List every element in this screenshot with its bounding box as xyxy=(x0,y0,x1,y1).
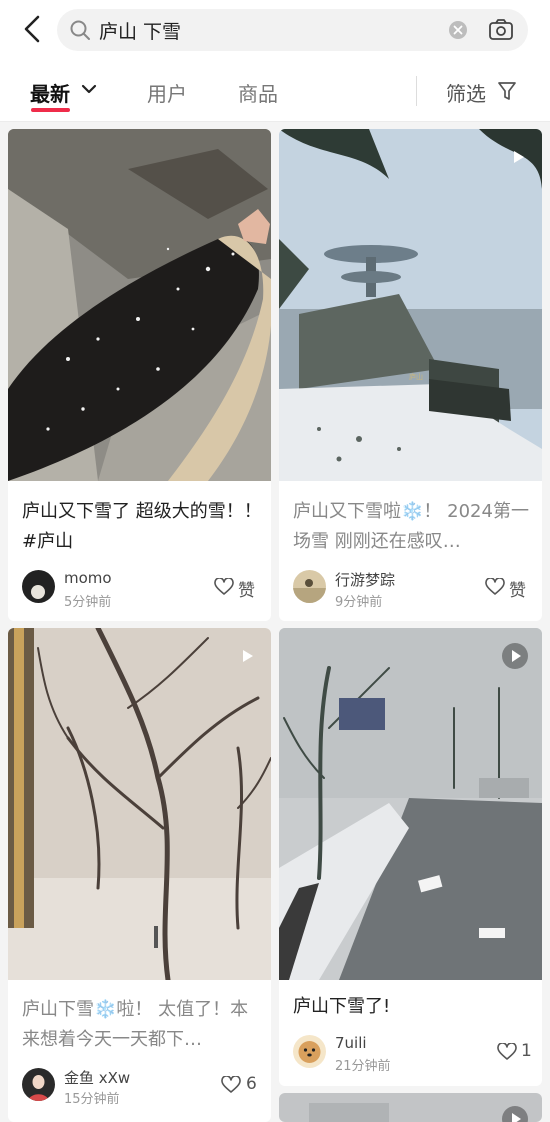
author-name[interactable]: 行游梦踪 xyxy=(335,569,395,590)
video-play-icon[interactable] xyxy=(505,144,531,170)
heart-icon[interactable] xyxy=(485,578,505,596)
post-title[interactable]: 庐山下雪❄️啦！ 太值了！本来想着今天一天都下… xyxy=(22,995,262,1055)
heart-icon[interactable] xyxy=(214,578,234,596)
filter-button[interactable]: 筛选 xyxy=(446,78,486,107)
post-card[interactable] xyxy=(279,1093,542,1122)
post-card[interactable]: 庐山 庐山又下雪啦❄️！ 2024第一场雪 刚刚还在感叹… 行游梦踪 9分钟前 … xyxy=(279,129,542,621)
post-image-snowy-pavilion[interactable]: 庐山 xyxy=(279,129,542,481)
avatar-image xyxy=(31,585,45,599)
post-card[interactable]: 庐山下雪❄️啦！ 太值了！本来想着今天一天都下… 金鱼 xXw 15分钟前 6 xyxy=(8,628,271,1122)
pavilion-sign-text: 庐山 xyxy=(409,372,423,381)
avatar[interactable] xyxy=(293,570,326,603)
clear-icon[interactable] xyxy=(448,20,468,40)
tab-goods[interactable]: 商品 xyxy=(238,78,278,107)
post-time: 9分钟前 xyxy=(335,595,383,610)
post-card[interactable]: 庐山下雪了! 7uili 21分钟前 1 xyxy=(279,628,542,1086)
like-count[interactable]: 赞 xyxy=(238,576,255,601)
author-name[interactable]: 金鱼 xXw xyxy=(64,1067,130,1088)
search-header: 庐山 下雪 xyxy=(0,0,550,60)
heart-icon[interactable] xyxy=(221,1076,241,1094)
avatar[interactable] xyxy=(22,570,55,603)
post-image-snowy-trees[interactable] xyxy=(8,628,271,980)
avatar-image xyxy=(293,579,326,603)
active-tab-indicator xyxy=(31,108,70,112)
post-image-snowy-sleeve[interactable] xyxy=(8,129,271,481)
post-title[interactable]: 庐山下雪了! xyxy=(293,992,533,1022)
camera-search-icon[interactable] xyxy=(488,18,514,42)
avatar[interactable] xyxy=(22,1068,55,1101)
video-play-icon[interactable] xyxy=(502,643,528,669)
tab-latest[interactable]: 最新 xyxy=(30,78,70,107)
post-time: 15分钟前 xyxy=(64,1092,120,1107)
avatar-image xyxy=(28,1075,49,1101)
like-count[interactable]: 6 xyxy=(246,1074,257,1094)
heart-icon[interactable] xyxy=(497,1043,517,1061)
author-name[interactable]: momo xyxy=(64,569,112,587)
like-count[interactable]: 1 xyxy=(521,1041,532,1061)
post-title[interactable]: 庐山又下雪了 超级大的雪！！#庐山 xyxy=(22,497,262,557)
search-query-text[interactable]: 庐山 下雪 xyxy=(99,17,181,44)
search-input[interactable]: 庐山 下雪 xyxy=(57,9,528,51)
video-play-icon[interactable] xyxy=(234,643,260,669)
post-image-snowy-road[interactable] xyxy=(279,628,542,980)
post-card[interactable]: 庐山又下雪了 超级大的雪！！#庐山 momo 5分钟前 赞 xyxy=(8,129,271,621)
author-name[interactable]: 7uili xyxy=(335,1034,367,1052)
post-time: 21分钟前 xyxy=(335,1059,391,1074)
search-icon xyxy=(70,20,90,40)
chevron-down-icon[interactable] xyxy=(80,82,98,96)
post-title[interactable]: 庐山又下雪啦❄️！ 2024第一场雪 刚刚还在感叹… xyxy=(293,497,533,557)
back-arrow-icon[interactable] xyxy=(18,14,48,44)
avatar-image xyxy=(298,1041,321,1063)
tab-users[interactable]: 用户 xyxy=(147,78,187,107)
like-count[interactable]: 赞 xyxy=(509,576,526,601)
tab-divider xyxy=(416,76,417,106)
filter-tabs: 最新 用户 商品 筛选 xyxy=(0,60,550,122)
filter-funnel-icon[interactable] xyxy=(497,80,517,102)
post-time: 5分钟前 xyxy=(64,595,112,610)
avatar[interactable] xyxy=(293,1035,326,1068)
